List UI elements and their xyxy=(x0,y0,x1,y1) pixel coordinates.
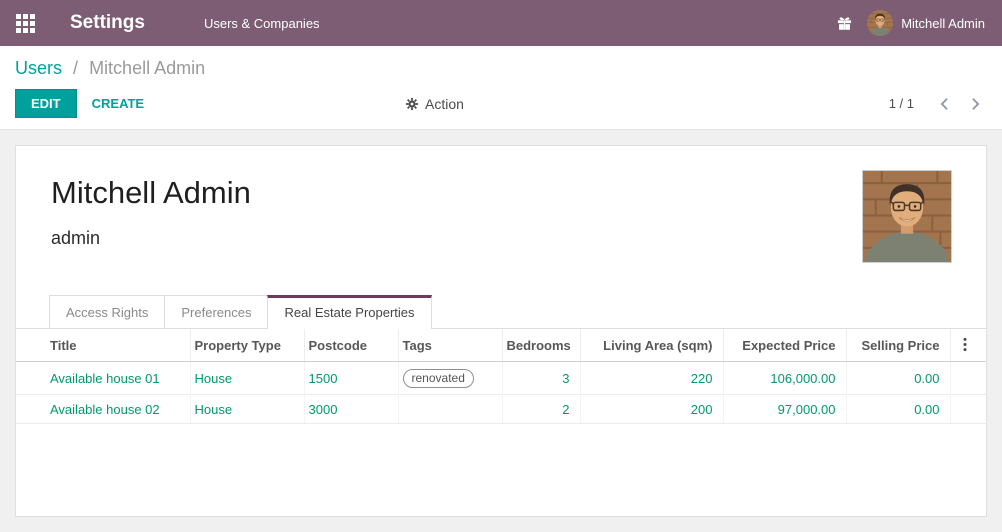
column-postcode[interactable]: Postcode xyxy=(304,329,398,362)
cell-title: Available house 02 xyxy=(16,395,190,424)
topbar-right: Mitchell Admin xyxy=(837,10,1002,36)
action-menu-button[interactable]: Action xyxy=(405,96,464,112)
cell-selling-price: 0.00 xyxy=(846,362,950,395)
property-row[interactable]: Available house 02 House 3000 2 200 97,0… xyxy=(16,395,986,424)
content-area: Mitchell Admin admin Access Rights Prefe… xyxy=(0,130,1002,532)
action-label: Action xyxy=(425,96,464,112)
user-avatar[interactable] xyxy=(867,10,893,36)
tab-real-estate-properties[interactable]: Real Estate Properties xyxy=(267,295,431,329)
column-expected-price[interactable]: Expected Price xyxy=(723,329,846,362)
column-title[interactable]: Title xyxy=(16,329,190,362)
column-living-area[interactable]: Living Area (sqm) xyxy=(580,329,723,362)
chevron-left-icon xyxy=(940,97,949,111)
notebook-tabs: Access Rights Preferences Real Estate Pr… xyxy=(16,295,986,329)
cell-living-area: 200 xyxy=(580,395,723,424)
cell-bedrooms: 2 xyxy=(502,395,580,424)
pager-previous-button[interactable] xyxy=(936,95,953,113)
list-header-row: Title Property Type Postcode Tags Bedroo… xyxy=(16,329,986,362)
pager-value: 1 / 1 xyxy=(889,96,914,111)
cell-tags: renovated xyxy=(398,362,502,395)
tab-access-rights[interactable]: Access Rights xyxy=(49,295,165,328)
breadcrumb-current: Mitchell Admin xyxy=(89,58,205,78)
pager: 1 / 1 xyxy=(889,95,984,113)
edit-button[interactable]: EDIT xyxy=(15,89,77,118)
menu-users-companies[interactable]: Users & Companies xyxy=(204,16,320,31)
apps-grid-icon xyxy=(16,14,35,33)
column-tags[interactable]: Tags xyxy=(398,329,502,362)
user-form-sheet: Mitchell Admin admin Access Rights Prefe… xyxy=(15,145,987,517)
cell-postcode: 3000 xyxy=(304,395,398,424)
property-row[interactable]: Available house 01 House 1500 renovated … xyxy=(16,362,986,395)
cell-tags xyxy=(398,395,502,424)
chevron-right-icon xyxy=(971,97,980,111)
breadcrumb-users-link[interactable]: Users xyxy=(15,58,62,78)
control-panel: Users / Mitchell Admin EDIT CREATE Actio… xyxy=(0,46,1002,130)
cell-expected-price: 106,000.00 xyxy=(723,362,846,395)
gear-icon xyxy=(405,97,419,111)
cell-postcode: 1500 xyxy=(304,362,398,395)
vertical-dots-icon xyxy=(963,337,967,352)
column-property-type[interactable]: Property Type xyxy=(190,329,304,362)
tag-badge: renovated xyxy=(403,369,474,388)
cell-expected-price: 97,000.00 xyxy=(723,395,846,424)
create-button[interactable]: CREATE xyxy=(92,96,144,111)
optional-columns-button[interactable] xyxy=(959,336,971,353)
column-selling-price[interactable]: Selling Price xyxy=(846,329,950,362)
record-name: Mitchell Admin xyxy=(51,175,951,211)
user-menu[interactable]: Mitchell Admin xyxy=(901,16,985,31)
app-title[interactable]: Settings xyxy=(70,12,145,34)
column-bedrooms[interactable]: Bedrooms xyxy=(502,329,580,362)
properties-list: Title Property Type Postcode Tags Bedroo… xyxy=(16,329,986,424)
cell-living-area: 220 xyxy=(580,362,723,395)
record-login: admin xyxy=(51,228,951,249)
pager-next-button[interactable] xyxy=(967,95,984,113)
top-navbar: Settings Users & Companies Mitchell Admi… xyxy=(0,0,1002,46)
breadcrumb: Users / Mitchell Admin xyxy=(15,56,987,80)
cell-selling-price: 0.00 xyxy=(846,395,950,424)
cell-property-type: House xyxy=(190,362,304,395)
cell-property-type: House xyxy=(190,395,304,424)
user-photo xyxy=(862,170,952,263)
cell-title: Available house 01 xyxy=(16,362,190,395)
gift-icon[interactable] xyxy=(837,16,852,31)
apps-menu-button[interactable] xyxy=(0,14,50,33)
sheet-header: Mitchell Admin admin xyxy=(16,146,986,249)
button-row: EDIT CREATE Action 1 / 1 xyxy=(15,89,987,118)
cell-bedrooms: 3 xyxy=(502,362,580,395)
breadcrumb-separator: / xyxy=(73,58,78,78)
tab-preferences[interactable]: Preferences xyxy=(164,295,268,328)
